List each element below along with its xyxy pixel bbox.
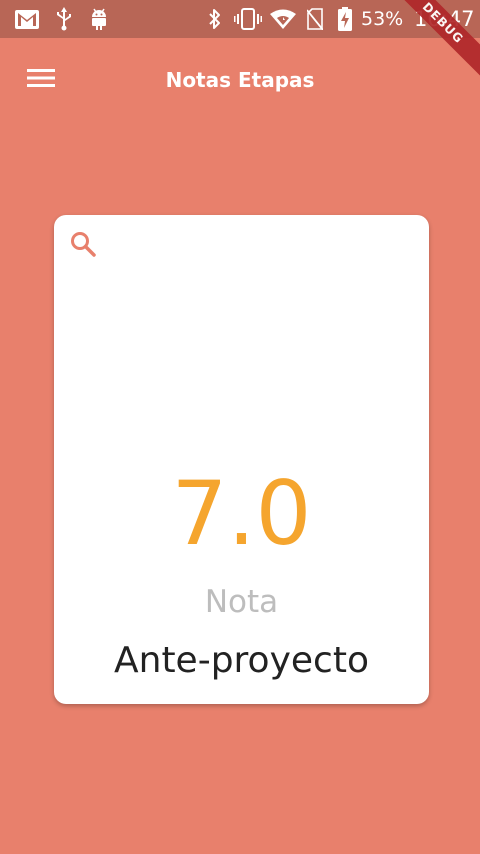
- bluetooth-icon: [205, 6, 225, 32]
- status-bar: 53% 10:47: [0, 0, 480, 38]
- page-title: Notas Etapas: [165, 68, 315, 92]
- search-button[interactable]: [66, 229, 100, 263]
- battery-charging-icon: [336, 6, 354, 32]
- stage-name: Ante-proyecto: [114, 640, 369, 681]
- grade-card[interactable]: 7.0 Nota Ante-proyecto: [54, 215, 429, 704]
- no-sim-icon: [305, 6, 325, 32]
- gmail-icon: [14, 6, 40, 32]
- app-bar: Notas Etapas: [0, 38, 480, 122]
- battery-percent: 53%: [361, 8, 404, 30]
- vibrate-icon: [233, 6, 263, 32]
- usb-icon: [54, 6, 74, 32]
- android-debug-icon: [88, 6, 110, 32]
- wifi-icon: [268, 6, 298, 32]
- search-icon: [69, 230, 97, 262]
- grade-value: 7.0: [171, 462, 312, 565]
- grade-label: Nota: [204, 584, 279, 620]
